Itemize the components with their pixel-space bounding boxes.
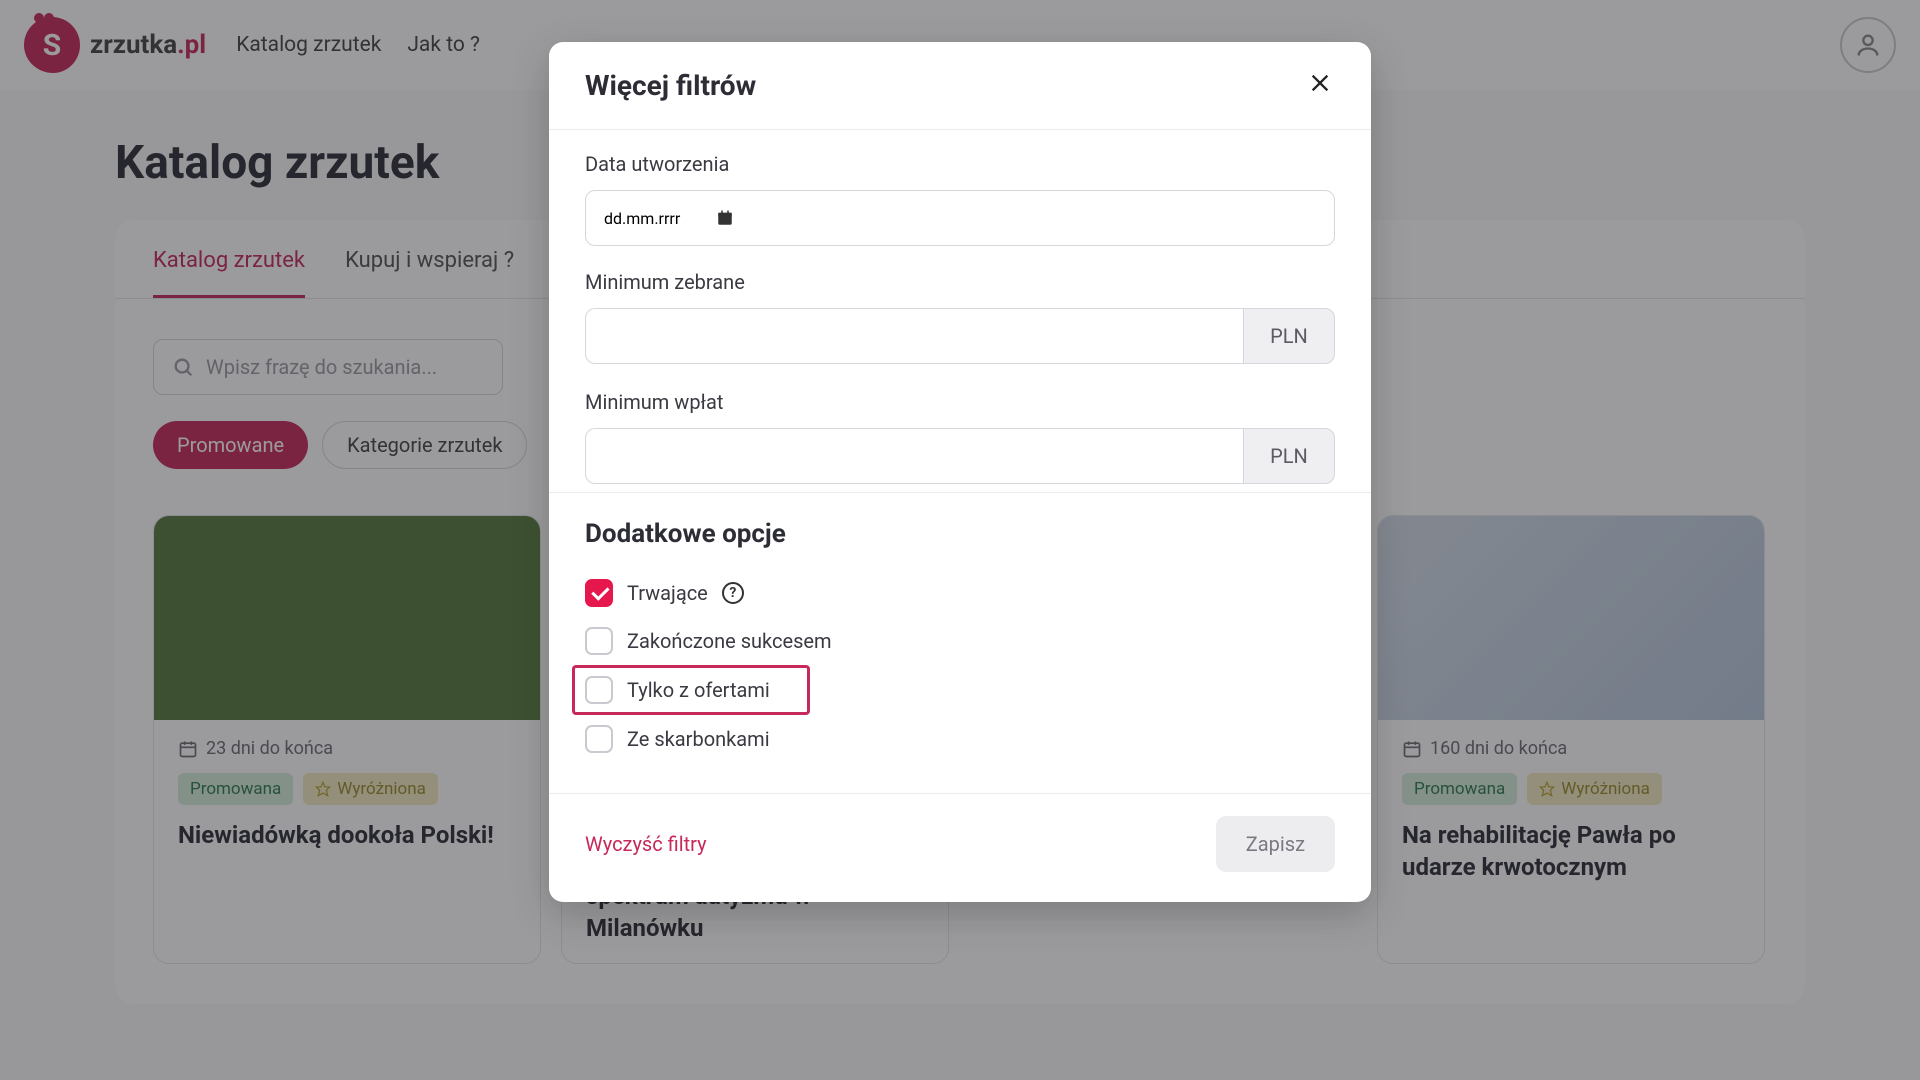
modal-title: Więcej filtrów <box>585 69 756 102</box>
date-placeholder: dd.mm.rrrr <box>604 209 680 228</box>
save-button[interactable]: Zapisz <box>1216 816 1335 872</box>
min-payments-input[interactable] <box>585 428 1243 484</box>
min-collected-label: Minimum zebrane <box>585 270 1335 294</box>
modal-header: Więcej filtrów <box>549 42 1371 130</box>
divider <box>549 492 1371 493</box>
checkbox-piggybanks[interactable]: Ze skarbonkami <box>585 715 1335 763</box>
checkbox-ongoing[interactable]: Trwające ? <box>585 569 1335 617</box>
modal-footer: Wyczyść filtry Zapisz <box>549 793 1371 902</box>
date-created-input[interactable]: dd.mm.rrrr <box>585 190 1335 246</box>
checkbox-icon <box>585 725 613 753</box>
modal-body: Data utworzenia dd.mm.rrrr Minimum zebra… <box>549 130 1371 793</box>
checkbox-icon <box>585 579 613 607</box>
checkbox-icon <box>585 676 613 704</box>
min-collected-input[interactable] <box>585 308 1243 364</box>
help-icon[interactable]: ? <box>722 582 744 604</box>
clear-filters-button[interactable]: Wyczyść filtry <box>585 832 707 856</box>
checkbox-icon <box>585 627 613 655</box>
additional-options-title: Dodatkowe opcje <box>585 519 1335 549</box>
close-button[interactable] <box>1305 68 1335 103</box>
currency-suffix: PLN <box>1243 308 1335 364</box>
checkbox-label: Ze skarbonkami <box>627 727 770 751</box>
checkbox-label: Zakończone sukcesem <box>627 629 832 653</box>
close-icon <box>1309 72 1331 94</box>
min-payments-label: Minimum wpłat <box>585 390 1335 414</box>
checkbox-label: Trwające <box>627 581 708 605</box>
modal-overlay[interactable]: Więcej filtrów Data utworzenia dd.mm.rrr… <box>0 0 1920 1080</box>
currency-suffix: PLN <box>1243 428 1335 484</box>
checkbox-offers[interactable]: Tylko z ofertami <box>572 665 810 715</box>
checkbox-label: Tylko z ofertami <box>627 678 770 702</box>
filters-modal: Więcej filtrów Data utworzenia dd.mm.rrr… <box>549 42 1371 902</box>
date-created-label: Data utworzenia <box>585 152 1335 176</box>
calendar-icon <box>716 209 734 227</box>
checkbox-success[interactable]: Zakończone sukcesem <box>585 617 1335 665</box>
